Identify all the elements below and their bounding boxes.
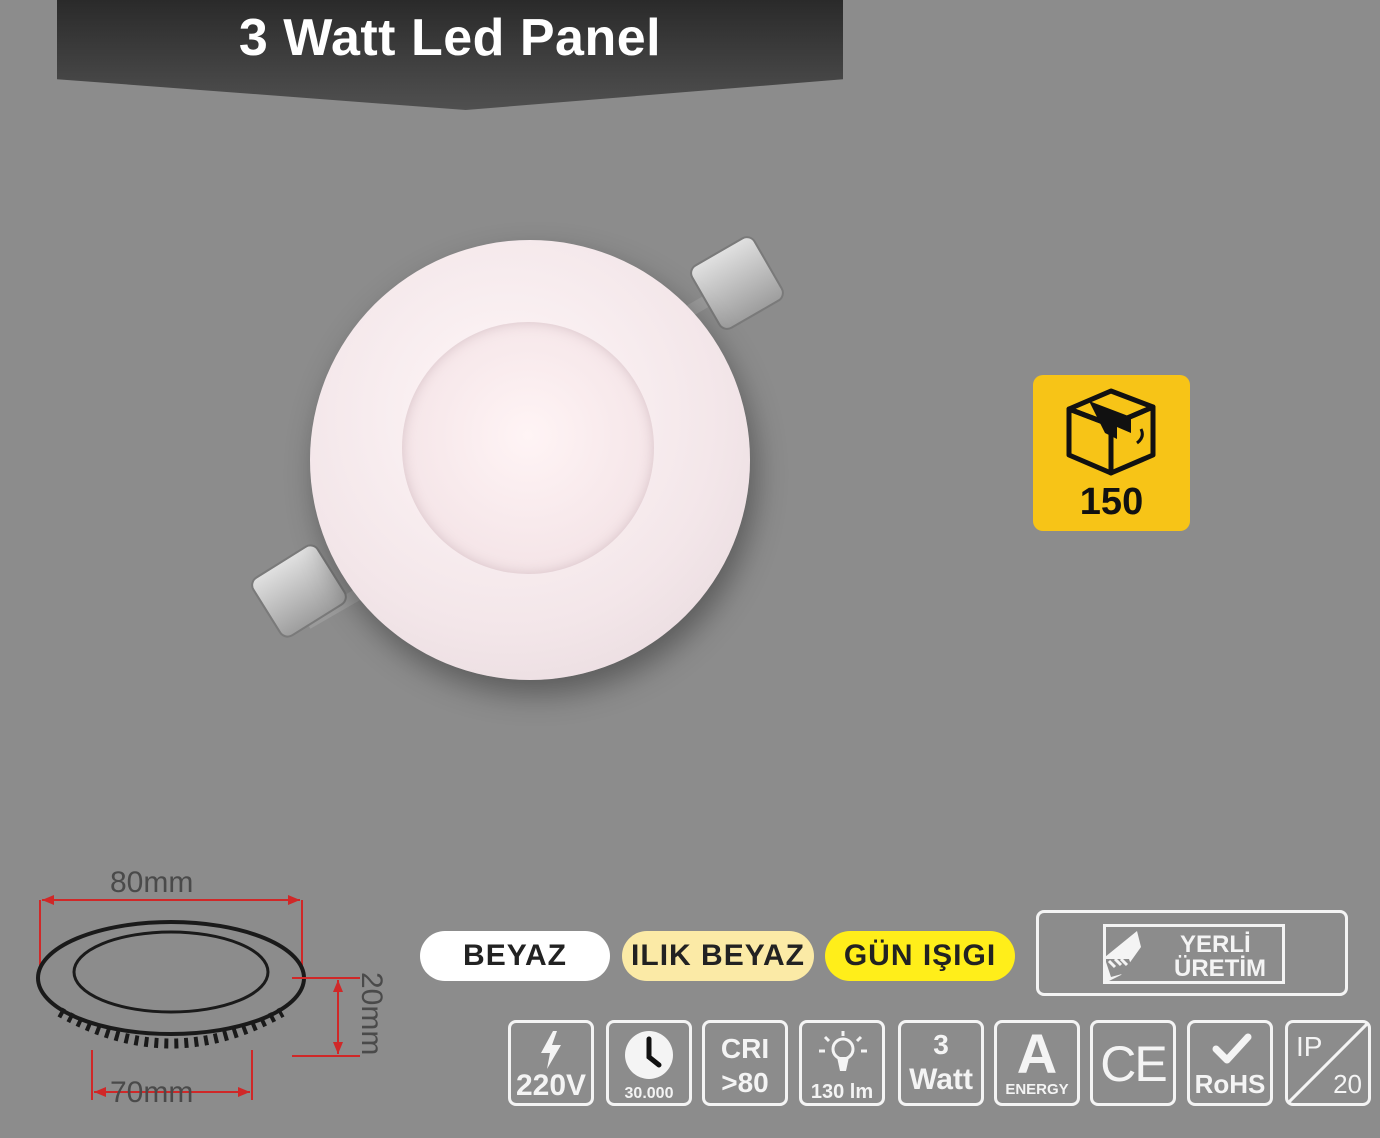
spec-rohs: RoHS	[1187, 1020, 1273, 1106]
spec-lumen-label: 130 lm	[810, 1081, 874, 1103]
dimension-outer-diameter: 80mm	[110, 866, 194, 899]
spec-cri-line2: >80	[721, 1067, 769, 1098]
box-icon	[1066, 388, 1156, 476]
spec-rohs-label: RoHS	[1194, 1069, 1266, 1099]
spec-cri-line1: CRI	[720, 1033, 770, 1064]
lightning-icon	[541, 1031, 561, 1069]
check-icon	[1212, 1033, 1252, 1064]
spec-power-line1: 3	[933, 1029, 949, 1060]
package-quantity-badge: 150	[1033, 375, 1190, 531]
color-option-white: BEYAZ	[420, 931, 610, 981]
panel-diffuser	[402, 322, 654, 574]
spec-lumen: 130 lm	[799, 1020, 885, 1106]
dimension-drawing: 80mm 70mm 20mm	[20, 860, 400, 1130]
spec-lifetime: 30.000	[606, 1020, 692, 1106]
product-sheet: 3 Watt Led Panel 150 80mm 70mm 20mm BEYA…	[0, 0, 1380, 1138]
dimension-diagram	[36, 895, 360, 1100]
title-banner: 3 Watt Led Panel	[57, 0, 843, 110]
dimension-depth: 20mm	[355, 972, 388, 1056]
spec-voltage: 220V	[508, 1020, 594, 1106]
spec-ip-label: IP	[1296, 1031, 1323, 1062]
spec-power-line2: Watt	[909, 1063, 973, 1096]
color-option-daylight: GÜN IŞIGI	[825, 931, 1015, 981]
product-image	[230, 210, 830, 710]
spec-ip-value: 20	[1333, 1069, 1362, 1099]
spec-energy-letter: A	[1016, 1022, 1058, 1085]
spec-voltage-label: 220V	[515, 1069, 587, 1102]
local-production-badge: YERLİ ÜRETİM	[1036, 910, 1348, 996]
clock-icon	[625, 1031, 673, 1079]
spec-energy-label: ENERGY	[1005, 1081, 1069, 1098]
spec-energy-class: A ENERGY	[994, 1020, 1080, 1106]
local-production-line2: ÜRETİM	[1174, 955, 1266, 982]
package-count: 150	[1079, 481, 1144, 523]
spec-ce: CE	[1090, 1020, 1176, 1106]
dimension-cutout-diameter: 70mm	[110, 1076, 194, 1109]
spec-lifetime-label: 30.000	[624, 1085, 674, 1102]
spring-clip	[686, 232, 788, 334]
spec-cri: CRI >80	[702, 1020, 788, 1106]
panel-frame	[310, 240, 750, 680]
spec-power: 3 Watt	[898, 1020, 984, 1106]
local-production-frame: YERLİ ÜRETİM	[1103, 924, 1285, 984]
page-title: 3 Watt Led Panel	[238, 9, 662, 67]
spec-ip-rating: IP 20	[1285, 1020, 1371, 1106]
color-option-warm-white: ILIK BEYAZ	[622, 931, 814, 981]
bulb-icon	[819, 1031, 867, 1071]
ce-mark: CE	[1100, 1036, 1167, 1092]
